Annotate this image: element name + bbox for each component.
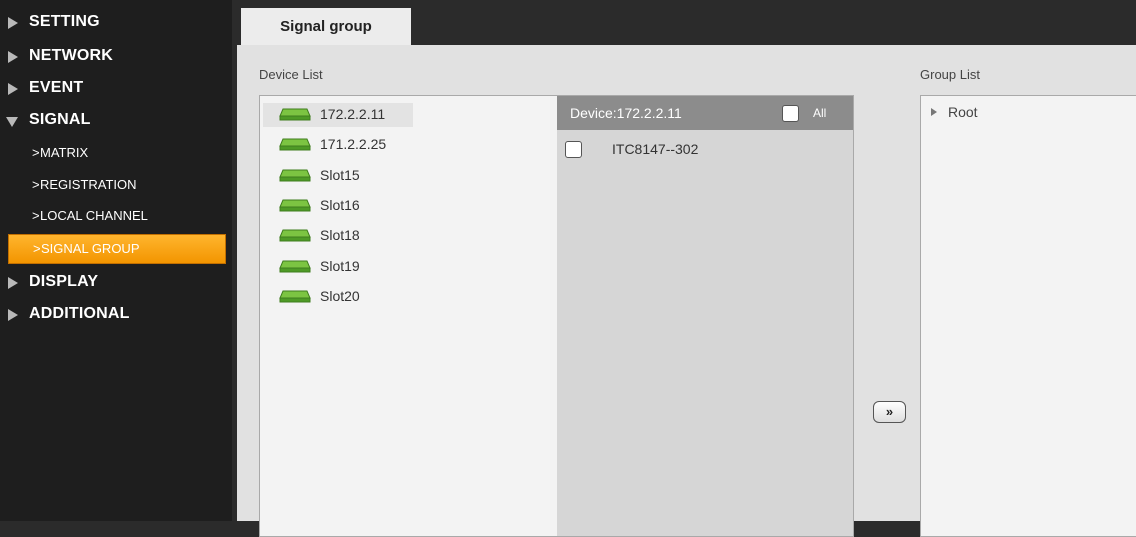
menu-setting[interactable]: SETTING <box>0 8 232 36</box>
submenu-label: SIGNAL GROUP <box>41 241 140 256</box>
triangle-right-icon <box>8 277 18 289</box>
menu-additional[interactable]: ADDITIONAL <box>0 300 232 328</box>
menu-label: SIGNAL <box>29 111 91 128</box>
device-item[interactable]: Slot19 <box>263 255 413 279</box>
device-label: Slot15 <box>320 167 360 183</box>
group-list-label: Group List <box>920 67 980 82</box>
device-icon <box>279 229 311 242</box>
device-label: 172.2.2.11 <box>320 106 386 122</box>
tab-signal-group[interactable]: Signal group <box>241 8 411 45</box>
menu-label: EVENT <box>29 79 84 96</box>
menu-event[interactable]: EVENT <box>0 74 232 102</box>
device-item[interactable]: Slot20 <box>263 285 413 309</box>
sidebar: SETTING NETWORK EVENT SIGNAL > MATRIX > … <box>0 0 232 521</box>
device-list: 172.2.2.11 171.2.2.25 Slot15 Slot16 Slot… <box>259 95 559 537</box>
device-label: Slot18 <box>320 227 360 243</box>
content-panel: Device List Group List 172.2.2.11 171.2.… <box>237 45 1136 537</box>
device-list-label: Device List <box>259 67 323 82</box>
main-area: Signal group Device List Group List 172.… <box>237 0 1136 537</box>
submenu-signal-group[interactable]: > SIGNAL GROUP <box>8 234 226 264</box>
device-icon <box>279 290 311 303</box>
channel-label: ITC8147--302 <box>612 141 699 157</box>
device-icon <box>279 169 311 182</box>
triangle-right-icon <box>8 17 18 29</box>
menu-label: NETWORK <box>29 47 114 64</box>
group-list: Root <box>920 95 1136 537</box>
menu-signal[interactable]: SIGNAL <box>0 106 232 134</box>
chevron-right-icon: > <box>33 241 41 256</box>
device-label: Slot20 <box>320 288 360 304</box>
device-icon <box>279 138 311 151</box>
channel-header: Device:172.2.2.11 All <box>557 96 853 130</box>
menu-network[interactable]: NETWORK <box>0 42 232 70</box>
device-label: 171.2.2.25 <box>320 136 387 152</box>
select-all-checkbox[interactable] <box>782 105 799 122</box>
device-item[interactable]: Slot15 <box>263 164 413 188</box>
menu-label: ADDITIONAL <box>29 305 130 322</box>
device-icon <box>279 260 311 273</box>
triangle-right-icon <box>8 309 18 321</box>
channel-checkbox[interactable] <box>565 141 582 158</box>
chevron-right-icon: > <box>32 145 40 160</box>
submenu-label: MATRIX <box>40 145 89 160</box>
device-item[interactable]: 171.2.2.25 <box>263 133 413 157</box>
device-label: Slot19 <box>320 258 360 274</box>
device-icon <box>279 108 311 121</box>
channel-list: Device:172.2.2.11 All ITC8147--302 <box>557 95 854 537</box>
group-root-node[interactable]: Root <box>921 101 1136 125</box>
submenu-label: REGISTRATION <box>40 177 137 192</box>
select-all-label: All <box>813 106 827 120</box>
chevron-right-icon: > <box>32 208 40 223</box>
device-icon <box>279 199 311 212</box>
group-root-label: Root <box>948 104 978 120</box>
triangle-right-icon <box>8 51 18 63</box>
device-item[interactable]: Slot16 <box>263 194 413 218</box>
submenu-label: LOCAL CHANNEL <box>40 208 148 223</box>
add-to-group-button[interactable]: » <box>873 401 906 423</box>
menu-label: SETTING <box>29 13 100 30</box>
chevron-right-icon: > <box>32 177 40 192</box>
channel-header-title: Device:172.2.2.11 <box>570 105 682 121</box>
submenu-registration[interactable]: > REGISTRATION <box>8 171 226 199</box>
device-label: Slot16 <box>320 197 360 213</box>
menu-display[interactable]: DISPLAY <box>0 268 232 296</box>
triangle-right-icon <box>8 83 18 95</box>
triangle-down-icon <box>6 117 18 127</box>
submenu-local-channel[interactable]: > LOCAL CHANNEL <box>8 202 226 230</box>
triangle-right-icon <box>931 108 937 116</box>
device-item[interactable]: Slot18 <box>263 224 413 248</box>
device-item[interactable]: 172.2.2.11 <box>263 103 413 127</box>
menu-label: DISPLAY <box>29 273 99 290</box>
submenu-matrix[interactable]: > MATRIX <box>8 139 226 167</box>
